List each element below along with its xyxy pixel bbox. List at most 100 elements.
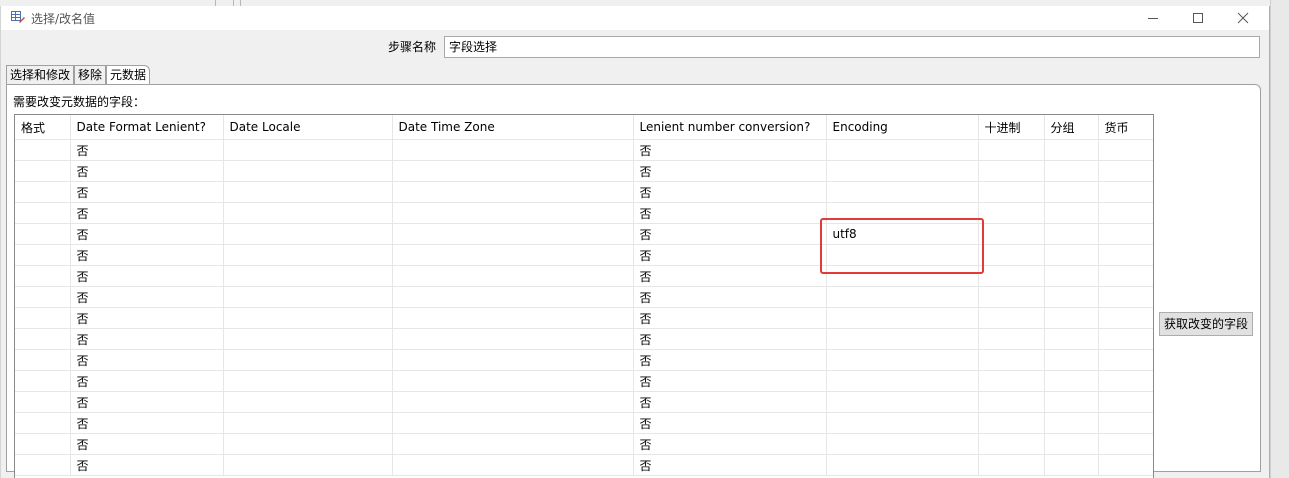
cell-date-time-zone[interactable] (391, 307, 634, 329)
cell-format[interactable] (15, 286, 71, 308)
cell-decimal[interactable] (977, 412, 1045, 434)
cell-date-time-zone[interactable] (391, 370, 634, 392)
cell-date-locale[interactable] (222, 202, 393, 224)
cell-date-time-zone[interactable] (391, 160, 634, 182)
cell-currency[interactable] (1097, 139, 1153, 161)
cell-date-time-zone[interactable] (391, 244, 634, 266)
cell-lenient-number-conversion[interactable]: 否 (632, 370, 827, 392)
cell-date-format-lenient[interactable]: 否 (69, 328, 224, 350)
cell-grouping[interactable] (1043, 370, 1099, 392)
cell-encoding[interactable] (825, 412, 979, 434)
maximize-icon[interactable] (1175, 6, 1221, 30)
cell-encoding[interactable] (825, 160, 979, 182)
tab-select-modify[interactable]: 选择和修改 (6, 65, 74, 85)
cell-format[interactable] (15, 139, 71, 161)
cell-currency[interactable] (1097, 349, 1153, 371)
column-header-lenient-number-conversion[interactable]: Lenient number conversion? (632, 115, 827, 140)
cell-date-locale[interactable] (222, 286, 393, 308)
cell-grouping[interactable] (1043, 181, 1099, 203)
cell-decimal[interactable] (977, 391, 1045, 413)
cell-grouping[interactable] (1043, 265, 1099, 287)
minimize-icon[interactable] (1130, 6, 1176, 30)
cell-date-format-lenient[interactable]: 否 (69, 265, 224, 287)
cell-date-format-lenient[interactable]: 否 (69, 412, 224, 434)
cell-encoding[interactable] (825, 370, 979, 392)
cell-grouping[interactable] (1043, 391, 1099, 413)
cell-date-format-lenient[interactable]: 否 (69, 139, 224, 161)
cell-lenient-number-conversion[interactable]: 否 (632, 391, 827, 413)
cell-format[interactable] (15, 328, 71, 350)
cell-lenient-number-conversion[interactable]: 否 (632, 244, 827, 266)
cell-encoding[interactable] (825, 307, 979, 329)
cell-currency[interactable] (1097, 160, 1153, 182)
column-header-currency[interactable]: 货币 (1097, 115, 1153, 140)
cell-currency[interactable] (1097, 328, 1153, 350)
cell-date-time-zone[interactable] (391, 139, 634, 161)
cell-grouping[interactable] (1043, 349, 1099, 371)
cell-format[interactable] (15, 160, 71, 182)
cell-grouping[interactable] (1043, 286, 1099, 308)
cell-currency[interactable] (1097, 391, 1153, 413)
cell-encoding[interactable] (825, 181, 979, 203)
cell-date-format-lenient[interactable]: 否 (69, 454, 224, 476)
cell-date-locale[interactable] (222, 454, 393, 476)
cell-date-format-lenient[interactable]: 否 (69, 223, 224, 245)
cell-date-locale[interactable] (222, 223, 393, 245)
cell-grouping[interactable] (1043, 139, 1099, 161)
cell-format[interactable] (15, 265, 71, 287)
cell-date-time-zone[interactable] (391, 223, 634, 245)
cell-date-locale[interactable] (222, 307, 393, 329)
cell-lenient-number-conversion[interactable]: 否 (632, 286, 827, 308)
cell-date-time-zone[interactable] (391, 202, 634, 224)
cell-currency[interactable] (1097, 265, 1153, 287)
cell-format[interactable] (15, 223, 71, 245)
cell-date-format-lenient[interactable]: 否 (69, 160, 224, 182)
cell-lenient-number-conversion[interactable]: 否 (632, 265, 827, 287)
cell-lenient-number-conversion[interactable]: 否 (632, 139, 827, 161)
cell-date-locale[interactable] (222, 412, 393, 434)
cell-date-format-lenient[interactable]: 否 (69, 181, 224, 203)
cell-date-locale[interactable] (222, 265, 393, 287)
cell-date-format-lenient[interactable]: 否 (69, 244, 224, 266)
cell-currency[interactable] (1097, 454, 1153, 476)
cell-grouping[interactable] (1043, 223, 1099, 245)
cell-currency[interactable] (1097, 223, 1153, 245)
cell-encoding[interactable] (825, 391, 979, 413)
cell-lenient-number-conversion[interactable]: 否 (632, 307, 827, 329)
cell-decimal[interactable] (977, 244, 1045, 266)
cell-encoding[interactable] (825, 328, 979, 350)
cell-decimal[interactable] (977, 370, 1045, 392)
cell-grouping[interactable] (1043, 328, 1099, 350)
cell-date-locale[interactable] (222, 139, 393, 161)
cell-format[interactable] (15, 244, 71, 266)
cell-date-time-zone[interactable] (391, 454, 634, 476)
column-header-date-time-zone[interactable]: Date Time Zone (391, 115, 634, 140)
cell-encoding[interactable] (825, 349, 979, 371)
cell-currency[interactable] (1097, 307, 1153, 329)
column-header-decimal[interactable]: 十进制 (977, 115, 1045, 140)
cell-lenient-number-conversion[interactable]: 否 (632, 223, 827, 245)
cell-encoding[interactable] (825, 286, 979, 308)
cell-date-locale[interactable] (222, 328, 393, 350)
cell-date-locale[interactable] (222, 244, 393, 266)
cell-grouping[interactable] (1043, 244, 1099, 266)
cell-encoding[interactable] (825, 433, 979, 455)
cell-date-locale[interactable] (222, 433, 393, 455)
cell-decimal[interactable] (977, 307, 1045, 329)
column-header-date-locale[interactable]: Date Locale (222, 115, 393, 140)
cell-date-format-lenient[interactable]: 否 (69, 370, 224, 392)
cell-decimal[interactable] (977, 328, 1045, 350)
cell-decimal[interactable] (977, 265, 1045, 287)
cell-date-time-zone[interactable] (391, 265, 634, 287)
cell-currency[interactable] (1097, 244, 1153, 266)
cell-format[interactable] (15, 370, 71, 392)
column-header-grouping[interactable]: 分组 (1043, 115, 1099, 140)
cell-lenient-number-conversion[interactable]: 否 (632, 181, 827, 203)
cell-decimal[interactable] (977, 160, 1045, 182)
cell-decimal[interactable] (977, 139, 1045, 161)
cell-grouping[interactable] (1043, 454, 1099, 476)
cell-lenient-number-conversion[interactable]: 否 (632, 412, 827, 434)
cell-date-locale[interactable] (222, 160, 393, 182)
cell-grouping[interactable] (1043, 433, 1099, 455)
cell-decimal[interactable] (977, 286, 1045, 308)
